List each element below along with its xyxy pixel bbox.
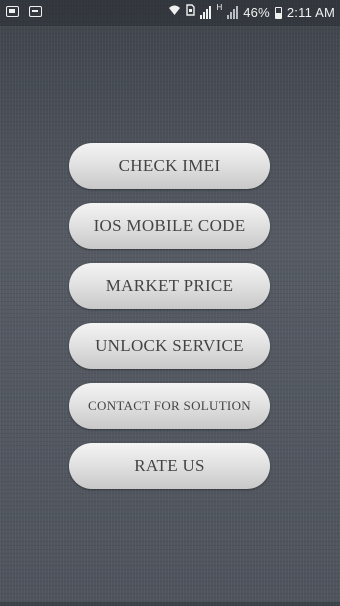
market-price-button[interactable]: MARKET PRICE	[69, 263, 270, 309]
signal-icon	[200, 6, 212, 19]
system-icons: H 46% 2:11 AM	[168, 4, 335, 21]
rate-us-button[interactable]: RATE US	[69, 443, 270, 489]
battery-icon	[274, 6, 282, 19]
wifi-icon	[168, 4, 181, 21]
status-bar: H 46% 2:11 AM	[0, 0, 340, 26]
message-icon	[29, 6, 42, 17]
bottom-edge	[0, 602, 340, 606]
signal-icon-secondary	[227, 6, 239, 19]
ios-mobile-code-button[interactable]: IOS MOBILE CODE	[69, 203, 270, 249]
clock: 2:11 AM	[286, 5, 335, 20]
data-icon: H	[216, 3, 223, 12]
battery-percent: 46%	[243, 5, 270, 20]
notification-icons	[6, 6, 42, 17]
sim-icon	[186, 4, 196, 21]
contact-for-solution-button[interactable]: CONTACT FOR SOLUTION	[69, 383, 270, 429]
check-imei-button[interactable]: CHECK IMEI	[69, 143, 270, 189]
unlock-service-button[interactable]: UNLOCK SERVICE	[69, 323, 270, 369]
main-menu: CHECK IMEI IOS MOBILE CODE MARKET PRICE …	[69, 143, 270, 503]
gallery-icon	[6, 6, 19, 17]
